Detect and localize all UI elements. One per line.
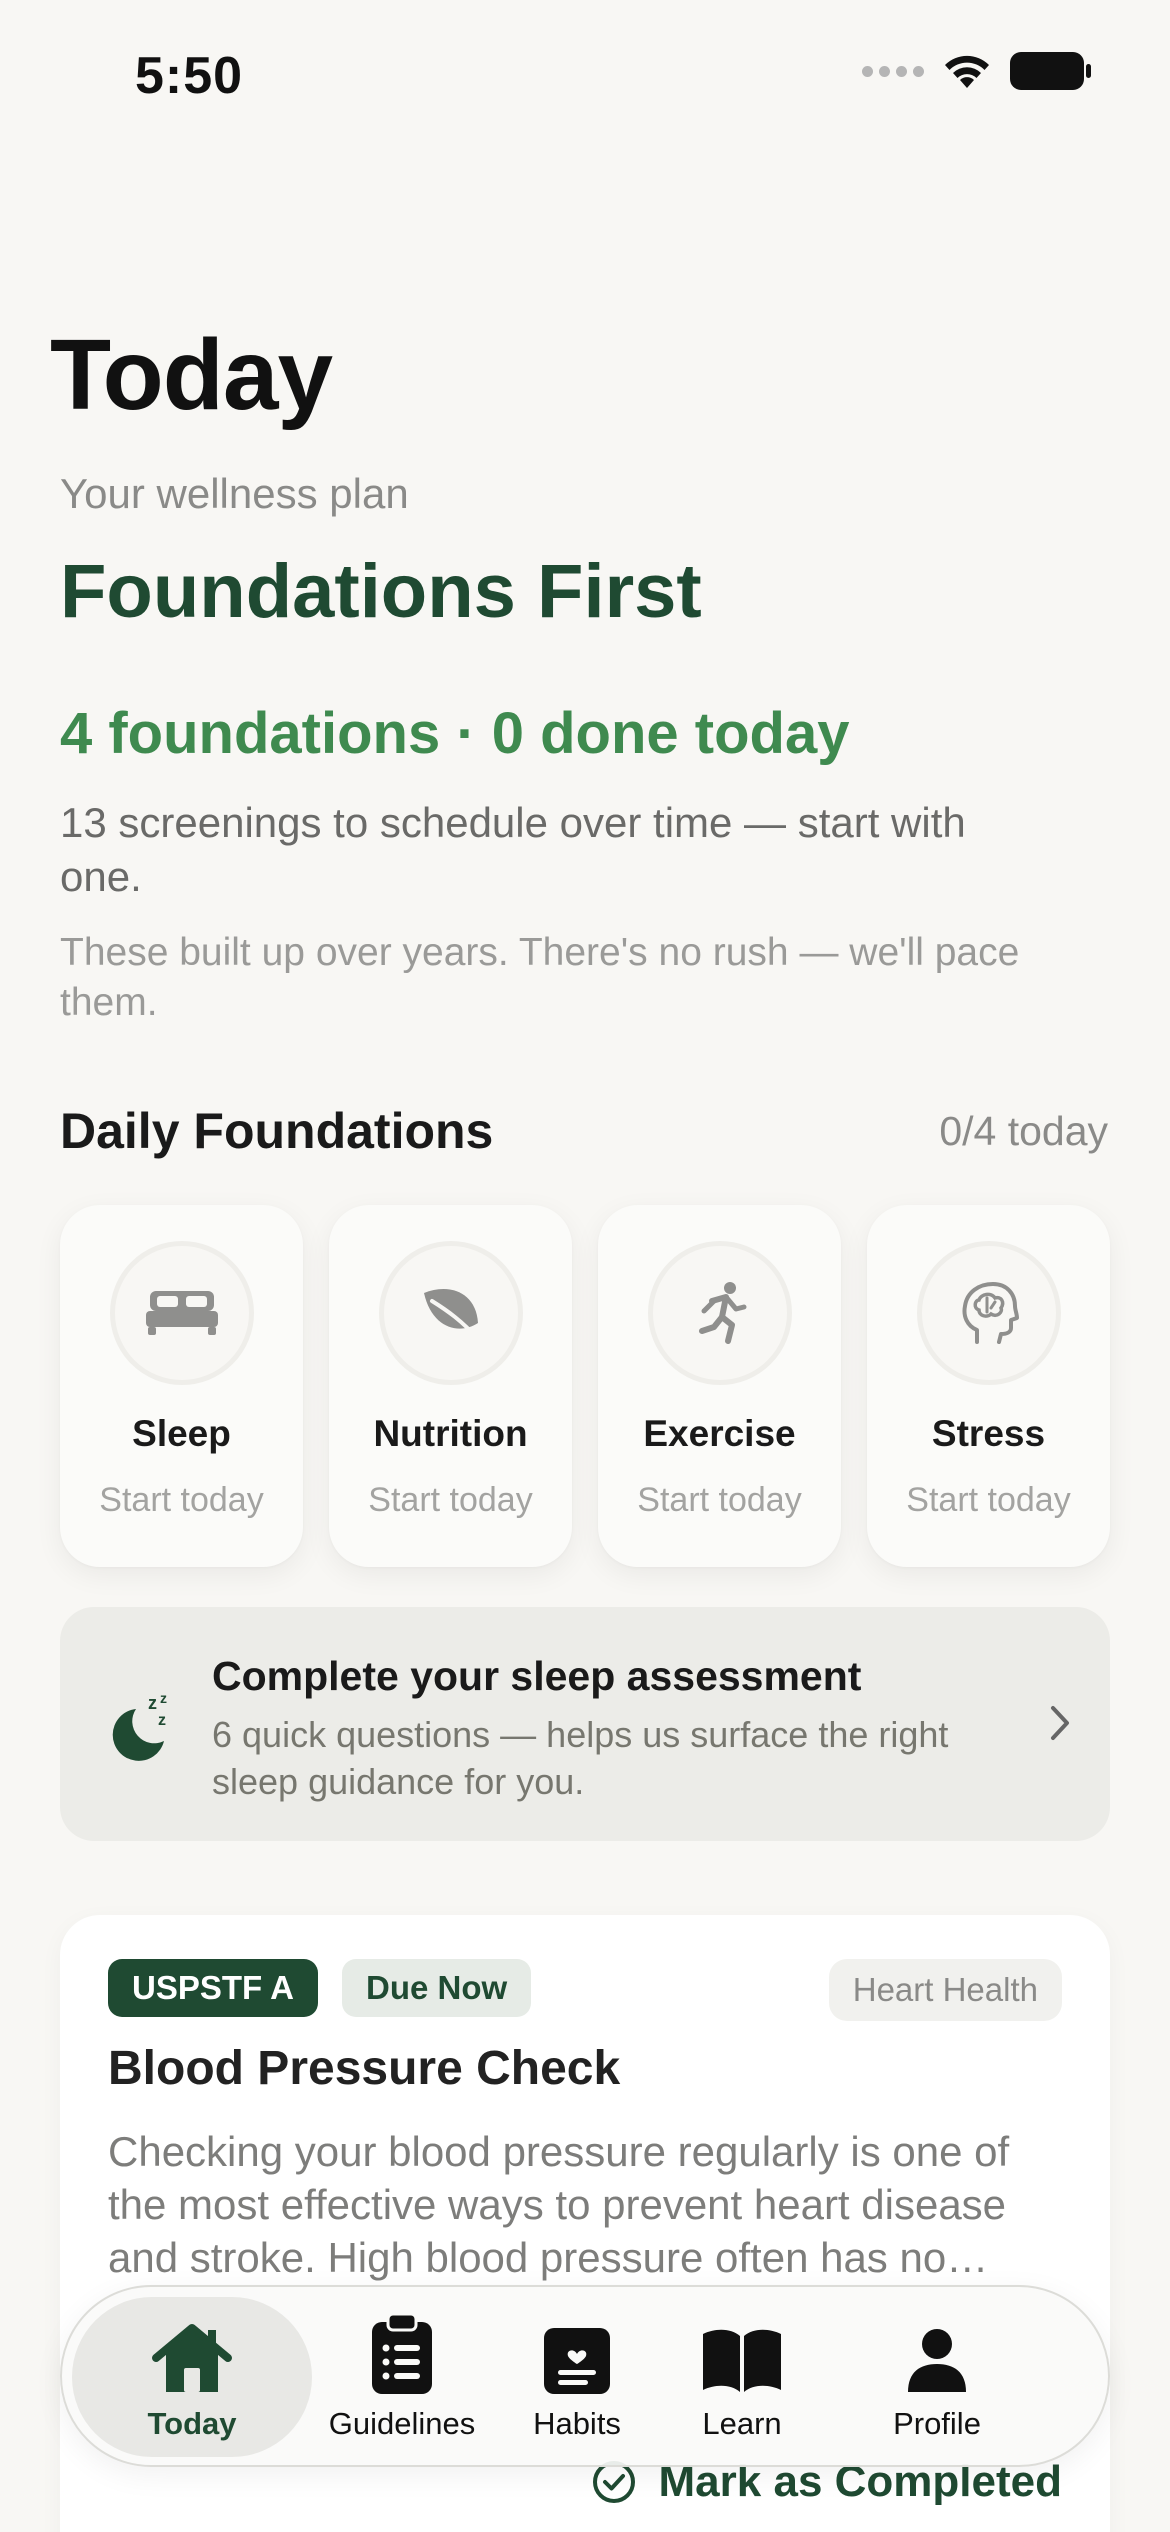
sleep-assessment-banner[interactable]: z z z Complete your sleep assessment 6 q… bbox=[60, 1607, 1110, 1841]
tab-habits[interactable]: Habits bbox=[502, 2297, 652, 2457]
recommendation-description-box: Checking your blood pressure regularly i… bbox=[108, 2125, 1068, 2295]
svg-text:z: z bbox=[148, 1693, 157, 1713]
plan-name: Foundations First bbox=[60, 549, 702, 634]
screenings-text: 13 screenings to schedule over time — st… bbox=[60, 799, 966, 900]
book-icon bbox=[703, 2329, 781, 2392]
recommendation-description: Checking your blood pressure regularly i… bbox=[108, 2128, 1010, 2281]
wifi-icon bbox=[945, 55, 989, 88]
tab-bar: Today Guidelines Habits Learn Profile bbox=[60, 2285, 1110, 2467]
journal-icon bbox=[544, 2328, 610, 2394]
svg-text:z: z bbox=[160, 1691, 167, 1706]
daily-foundations-title: Daily Foundations bbox=[60, 1103, 494, 1159]
battery-icon bbox=[1010, 52, 1091, 90]
page-title: Today bbox=[50, 319, 333, 431]
grade-badge: USPSTF A bbox=[108, 1959, 318, 2017]
status-time: 5:50 bbox=[135, 47, 244, 105]
tab-label: Habits bbox=[533, 2406, 621, 2441]
tab-profile[interactable]: Profile bbox=[832, 2297, 1042, 2457]
tab-label: Guidelines bbox=[328, 2406, 476, 2441]
foundation-name: Sleep bbox=[132, 1413, 231, 1454]
cellular-signal-icon bbox=[862, 65, 924, 77]
status-icons bbox=[862, 52, 1092, 90]
assessment-title: Complete your sleep assessment bbox=[212, 1653, 862, 1699]
foundation-status: Start today bbox=[906, 1481, 1071, 1519]
bed-icon bbox=[145, 1291, 218, 1335]
foundation-card-nutrition[interactable]: Nutrition Start today bbox=[329, 1205, 572, 1567]
foundation-name: Stress bbox=[931, 1413, 1046, 1454]
brain-icon bbox=[962, 1282, 1019, 1344]
tab-label: Profile bbox=[893, 2406, 981, 2441]
foundation-status: Start today bbox=[368, 1481, 533, 1519]
clipboard-icon bbox=[372, 2314, 432, 2394]
foundation-icon-circle bbox=[378, 1241, 523, 1385]
category-badge: Heart Health bbox=[828, 1959, 1062, 2021]
moon-zzz-icon: z z z bbox=[112, 1691, 167, 1761]
assessment-description: 6 quick questions — helps us surface the… bbox=[212, 1714, 949, 1802]
daily-foundations-count: 0/4 today bbox=[939, 1108, 1108, 1154]
due-badge: Due Now bbox=[342, 1959, 532, 2017]
foundation-card-exercise[interactable]: Exercise Start today bbox=[598, 1205, 841, 1567]
foundation-status: Start today bbox=[637, 1481, 802, 1519]
tab-guidelines[interactable]: Guidelines bbox=[312, 2297, 492, 2457]
foundation-card-stress[interactable]: Stress Start today bbox=[867, 1205, 1110, 1567]
foundation-icon-circle bbox=[647, 1241, 792, 1385]
status-bar: 5:50 bbox=[0, 0, 1170, 160]
house-icon bbox=[152, 2324, 232, 2392]
foundation-card-sleep[interactable]: Sleep Start today bbox=[60, 1205, 303, 1567]
tab-label: Today bbox=[147, 2406, 237, 2441]
leaf-icon bbox=[423, 1288, 480, 1341]
pace-text: These built up over years. There's no ru… bbox=[60, 931, 1020, 1024]
running-icon bbox=[698, 1282, 746, 1344]
recommendation-title: Blood Pressure Check bbox=[108, 2042, 621, 2095]
foundation-name: Nutrition bbox=[373, 1413, 528, 1454]
plan-label: Your wellness plan bbox=[60, 470, 409, 517]
foundation-status: Start today bbox=[99, 1481, 264, 1519]
tab-learn[interactable]: Learn bbox=[662, 2297, 822, 2457]
foundation-icon-circle bbox=[109, 1241, 254, 1385]
progress-summary: 4 foundations · 0 done today bbox=[60, 701, 850, 766]
foundation-name: Exercise bbox=[643, 1413, 796, 1454]
daily-foundations-list: Sleep Start today Nutrition Start today … bbox=[60, 1205, 1110, 1567]
chevron-right-icon bbox=[1051, 1706, 1069, 1740]
tab-today[interactable]: Today bbox=[72, 2297, 312, 2457]
person-icon bbox=[908, 2329, 966, 2392]
svg-text:z: z bbox=[158, 1712, 166, 1729]
foundation-icon-circle bbox=[916, 1241, 1061, 1385]
tab-label: Learn bbox=[702, 2406, 782, 2441]
